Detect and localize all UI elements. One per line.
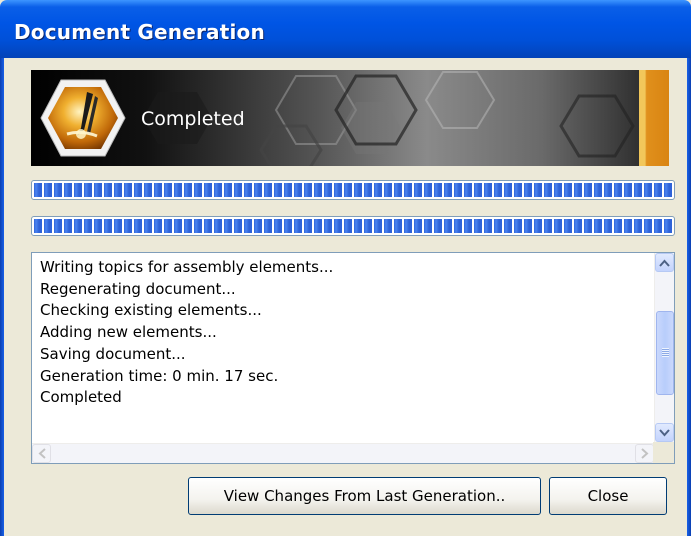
generation-log[interactable]: Writing topics for assembly elements... … [31, 252, 675, 464]
window-frame-right [687, 58, 691, 536]
status-text: Completed [141, 108, 245, 130]
window-title: Document Generation [14, 20, 265, 44]
progress-bar-overall [31, 180, 675, 200]
log-lines: Writing topics for assembly elements... … [40, 257, 650, 409]
pen-hexagon-logo-icon [40, 79, 126, 157]
horizontal-scrollbar[interactable] [32, 443, 655, 463]
scrollbar-corner [653, 442, 674, 463]
arrow-left-icon[interactable] [32, 444, 51, 463]
arrow-up-icon[interactable] [655, 253, 674, 272]
title-bar[interactable]: Document Generation [0, 0, 691, 58]
status-banner: Completed [31, 70, 669, 166]
progress-fill-current [34, 219, 672, 233]
log-line: Checking existing elements... [40, 301, 262, 320]
vertical-scrollbar[interactable] [654, 253, 674, 443]
dialog-client-area: Completed Writing topics for assembly el… [4, 58, 687, 536]
grip-icon [662, 348, 669, 357]
log-line: Adding new elements... [40, 323, 217, 342]
progress-fill-overall [34, 183, 672, 197]
arrow-down-icon[interactable] [655, 423, 674, 442]
progress-bar-current [31, 216, 675, 236]
log-line: Saving document... [40, 344, 186, 363]
log-line: Regenerating document... [40, 279, 236, 298]
view-changes-button[interactable]: View Changes From Last Generation.. [188, 477, 541, 515]
close-button[interactable]: Close [549, 477, 667, 515]
log-line: Generation time: 0 min. 17 sec. [40, 366, 279, 385]
log-line: Completed [40, 388, 122, 407]
arrow-right-icon[interactable] [635, 444, 654, 463]
log-line: Writing topics for assembly elements... [40, 258, 334, 276]
banner-accent-stripe [639, 70, 669, 166]
scrollbar-thumb[interactable] [656, 311, 674, 395]
